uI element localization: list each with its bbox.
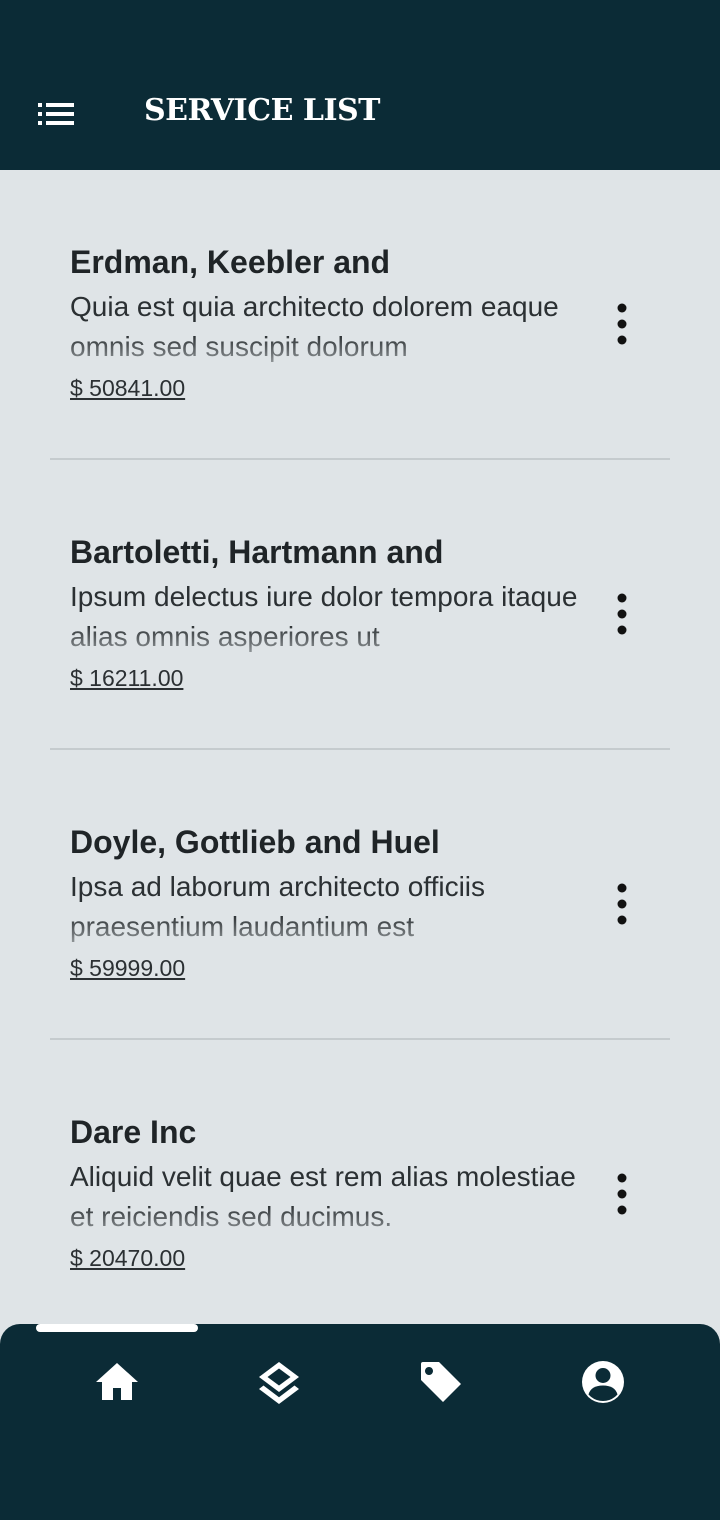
service-name: Dare Inc — [70, 1114, 197, 1150]
hamburger-menu-icon[interactable] — [36, 101, 76, 127]
service-price[interactable]: $ 50841.00 — [70, 375, 185, 402]
more-options-icon[interactable] — [606, 592, 638, 636]
more-options-icon[interactable] — [606, 302, 638, 346]
list-item[interactable]: Bartoletti, Hartmann and Ipsum delectus … — [0, 460, 720, 750]
service-price[interactable]: $ 59999.00 — [70, 955, 185, 982]
service-description: Quia est quia architecto dolorem eaque o… — [70, 291, 559, 362]
layers-icon[interactable] — [255, 1358, 303, 1406]
service-name: Bartoletti, Hartmann and — [70, 534, 444, 570]
tag-icon[interactable] — [417, 1358, 465, 1406]
list-item[interactable]: Dare Inc Aliquid velit quae est rem alia… — [0, 1040, 720, 1324]
active-tab-indicator — [36, 1324, 198, 1332]
service-price[interactable]: $ 20470.00 — [70, 1245, 185, 1272]
service-description: Aliquid velit quae est rem alias molesti… — [70, 1161, 576, 1232]
service-description: Ipsum delectus iure dolor tempora itaque… — [70, 581, 578, 652]
list-item[interactable]: Doyle, Gottlieb and Huel Ipsa ad laborum… — [0, 750, 720, 1040]
bottom-navigation — [0, 1324, 720, 1520]
list-item[interactable]: Erdman, Keebler and Quia est quia archit… — [0, 170, 720, 460]
service-name: Erdman, Keebler and — [70, 244, 391, 280]
account-circle-icon[interactable] — [579, 1358, 627, 1406]
more-options-icon[interactable] — [606, 1172, 638, 1216]
service-list: Erdman, Keebler and Quia est quia archit… — [0, 170, 720, 1324]
service-name: Doyle, Gottlieb and Huel — [70, 824, 440, 860]
service-price[interactable]: $ 16211.00 — [70, 665, 183, 692]
app-bar: SERVICE LIST — [0, 0, 720, 170]
service-description: Ipsa ad laborum architecto officiis prae… — [70, 871, 486, 942]
more-options-icon[interactable] — [606, 882, 638, 926]
home-icon[interactable] — [93, 1358, 141, 1406]
page-title: SERVICE LIST — [144, 93, 381, 128]
